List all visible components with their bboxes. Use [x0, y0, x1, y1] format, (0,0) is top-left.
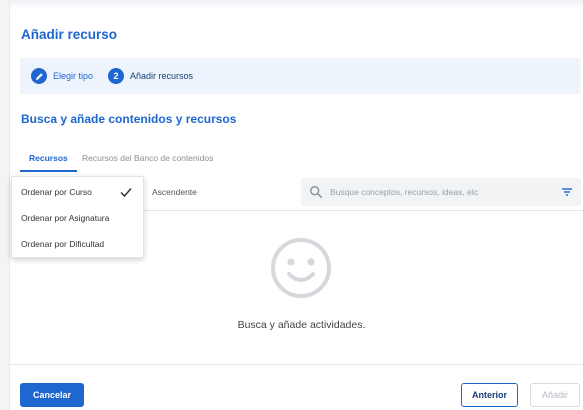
step-elegir-tipo[interactable]: Elegir tipo	[31, 68, 93, 84]
sort-direction-select[interactable]: Ascendente	[152, 187, 197, 197]
previous-button[interactable]: Anterior	[461, 383, 518, 407]
search-box	[301, 178, 581, 206]
search-input[interactable]	[330, 184, 550, 200]
smiley-face-icon	[271, 238, 331, 298]
stepper: Elegir tipo 2 Añadir recursos	[20, 58, 580, 94]
search-icon	[310, 186, 323, 199]
top-shade	[10, 0, 583, 10]
cancel-button[interactable]: Cancelar	[20, 383, 84, 407]
left-rail	[0, 0, 10, 410]
sort-option-curso[interactable]: Ordenar por Curso	[12, 180, 143, 204]
add-button[interactable]: Añadir	[530, 383, 580, 407]
section-title: Busca y añade contenidos y recursos	[21, 112, 237, 126]
empty-state-message: Busca y añade actividades.	[237, 319, 366, 331]
sort-menu: Ordenar por Curso Ordenar por Asignatura…	[11, 176, 144, 258]
check-icon	[120, 188, 132, 198]
sort-option-label: Ordenar por Dificultad	[21, 239, 105, 249]
sort-option-asignatura[interactable]: Ordenar por Asignatura	[12, 206, 143, 230]
step-label: Elegir tipo	[53, 71, 94, 81]
footer-divider	[10, 364, 583, 365]
step-number: 2	[108, 68, 124, 84]
sort-option-label: Ordenar por Asignatura	[21, 213, 110, 223]
sort-option-label: Ordenar por Curso	[21, 187, 92, 197]
active-tab-indicator	[20, 170, 77, 172]
pencil-icon	[31, 68, 47, 84]
filter-icon[interactable]	[561, 186, 573, 198]
tab-banco-contenidos[interactable]: Recursos del Banco de contenidos	[82, 153, 213, 163]
sort-option-dificultad[interactable]: Ordenar por Dificultad	[12, 232, 143, 256]
step-label: Añadir recursos	[130, 71, 194, 81]
dialog-title: Añadir recurso	[21, 27, 118, 42]
step-anadir-recursos: 2 Añadir recursos	[108, 68, 193, 84]
tab-recursos[interactable]: Recursos	[29, 153, 68, 163]
